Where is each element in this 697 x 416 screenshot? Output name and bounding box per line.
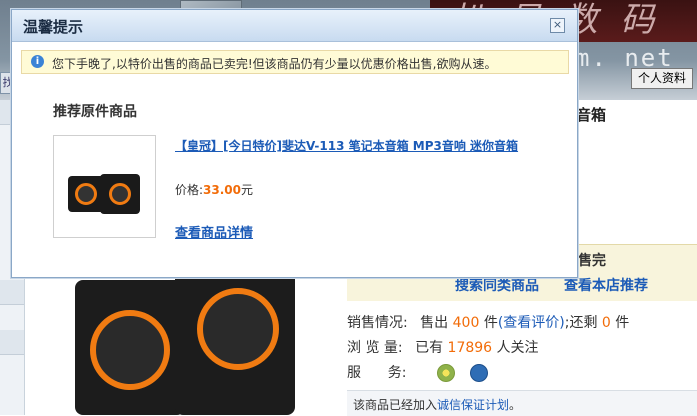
recommended-product-price: 价格:33.00元 bbox=[175, 181, 253, 198]
price-label: 价格: bbox=[175, 183, 204, 197]
notice-text: 您下手晚了,以特价出售的商品已卖完!但该商品仍有少量以优惠价格出售,欲购从速。 bbox=[52, 57, 497, 71]
dialog-titlebar[interactable]: 温馨提示 × bbox=[12, 10, 577, 42]
mini-speaker-right bbox=[100, 174, 140, 214]
recommend-heading: 推荐原件商品 bbox=[53, 104, 137, 120]
price-value: 33.00 bbox=[203, 183, 242, 197]
tip-dialog: 温馨提示 × i 您下手晚了,以特价出售的商品已卖完!但该商品仍有少量以优惠价格… bbox=[11, 9, 578, 278]
price-unit: 元 bbox=[241, 183, 254, 197]
info-icon: i bbox=[31, 55, 44, 68]
view-product-detail-link[interactable]: 查看商品详情 bbox=[175, 222, 253, 241]
close-icon[interactable]: × bbox=[550, 18, 565, 33]
recommended-product-link[interactable]: 【皇冠】[今日特价]斐达V-113 笔记本音箱 MP3音响 迷你音箱 bbox=[175, 137, 518, 154]
recommended-product-thumbnail[interactable] bbox=[53, 135, 156, 238]
mini-speaker-left bbox=[68, 176, 104, 212]
dialog-title: 温馨提示 bbox=[23, 18, 84, 36]
notice-bar: i 您下手晚了,以特价出售的商品已卖完!但该商品仍有少量以优惠价格出售,欲购从速… bbox=[21, 50, 569, 74]
